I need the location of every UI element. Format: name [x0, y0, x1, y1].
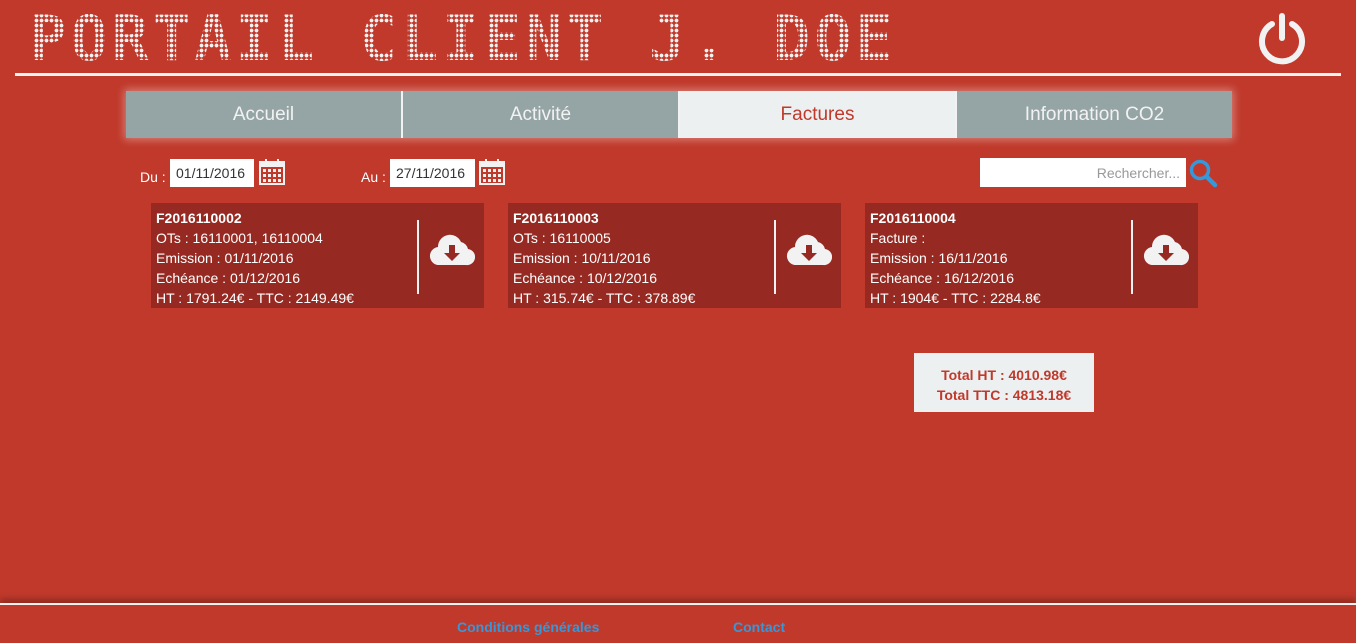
calendar-icon[interactable]: [478, 158, 506, 186]
invoice-id: F2016110003: [513, 210, 599, 226]
search-icon[interactable]: [1188, 158, 1218, 188]
to-date-input[interactable]: [390, 159, 475, 187]
invoice-echeance: Echéance : 10/12/2016: [513, 270, 658, 286]
calendar-icon[interactable]: [258, 158, 286, 186]
from-date-label: Du :: [140, 169, 166, 185]
tab-activite[interactable]: Activité: [403, 91, 680, 138]
to-date-label: Au :: [361, 169, 386, 185]
cloud-download-icon[interactable]: [786, 231, 833, 269]
invoice-card: F2016110002 OTs : 16110001, 16110004 Emi…: [151, 203, 484, 308]
invoice-ots: OTs : 16110001, 16110004: [156, 230, 323, 246]
invoice-amounts: HT : 1791.24€ - TTC : 2149.49€: [156, 290, 354, 306]
total-ttc: Total TTC : 4813.18€: [936, 387, 1072, 403]
power-icon[interactable]: [1255, 12, 1309, 66]
from-date-input[interactable]: [170, 159, 254, 187]
invoice-id: F2016110004: [870, 210, 956, 226]
card-divider: [774, 220, 776, 294]
invoice-ots: OTs : 16110005: [513, 230, 611, 246]
portal-title: Portail Client J. Doe: [29, 2, 897, 75]
conditions-link[interactable]: Conditions générales: [457, 619, 599, 635]
card-divider: [417, 220, 419, 294]
contact-link[interactable]: Contact: [733, 619, 785, 635]
invoice-amounts: HT : 315.74€ - TTC : 378.89€: [513, 290, 696, 306]
invoice-amounts: HT : 1904€ - TTC : 2284.8€: [870, 290, 1041, 306]
invoice-emission: Emission : 10/11/2016: [513, 250, 651, 266]
search-input[interactable]: [980, 158, 1186, 187]
header: Portail Client J. Doe: [15, 0, 1341, 76]
cloud-download-icon[interactable]: [1143, 231, 1190, 269]
tab-information-co2[interactable]: Information CO2: [957, 91, 1232, 138]
invoice-echeance: Echéance : 01/12/2016: [156, 270, 301, 286]
invoice-id: F2016110002: [156, 210, 242, 226]
invoice-emission: Emission : 01/11/2016: [156, 250, 294, 266]
cloud-download-icon[interactable]: [429, 231, 476, 269]
tab-factures[interactable]: Factures: [680, 91, 957, 138]
footer: Conditions générales Contact: [0, 603, 1356, 643]
nav-tabs: Accueil Activité Factures Information CO…: [126, 91, 1232, 138]
invoice-emission: Emission : 16/11/2016: [870, 250, 1008, 266]
invoice-card: F2016110004 Facture : Emission : 16/11/2…: [865, 203, 1198, 308]
totals-box: Total HT : 4010.98€ Total TTC : 4813.18€: [914, 353, 1094, 412]
invoice-echeance: Echéance : 16/12/2016: [870, 270, 1015, 286]
invoice-ots: Facture :: [870, 230, 926, 246]
invoice-card: F2016110003 OTs : 16110005 Emission : 10…: [508, 203, 841, 308]
tab-accueil[interactable]: Accueil: [126, 91, 403, 138]
card-divider: [1131, 220, 1133, 294]
total-ht: Total HT : 4010.98€: [941, 367, 1067, 383]
